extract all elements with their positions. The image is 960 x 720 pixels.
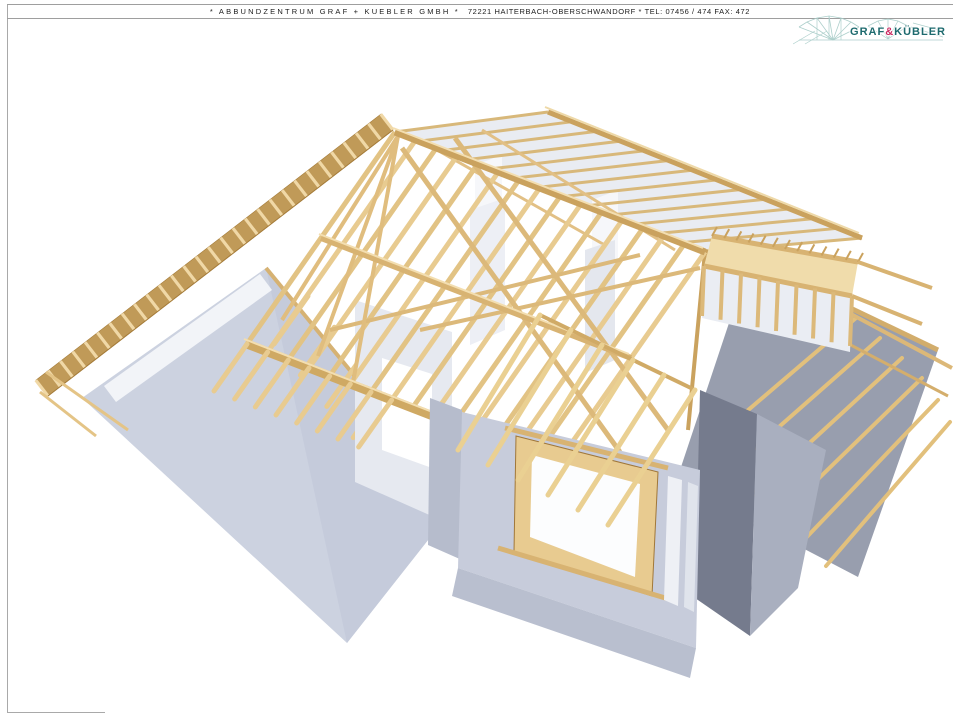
roof-frame-illustration bbox=[0, 0, 960, 720]
front-dormer bbox=[428, 315, 700, 678]
